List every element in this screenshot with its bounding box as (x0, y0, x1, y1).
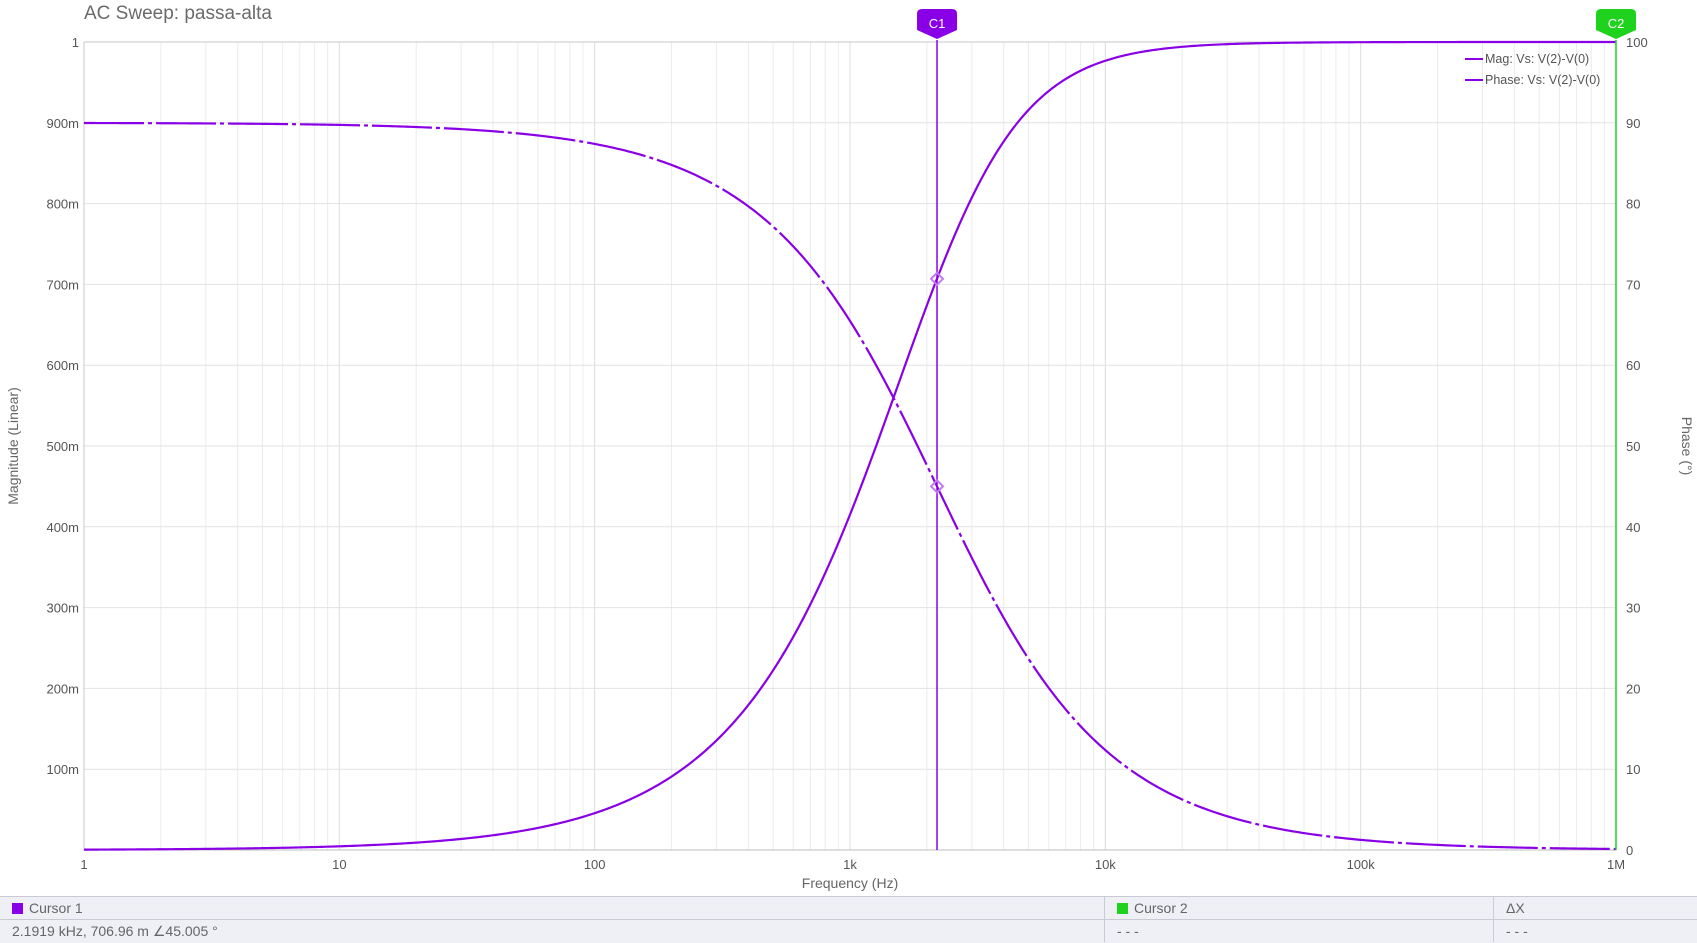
cursor-2-value: - - - (1104, 920, 1493, 942)
cursor-c2[interactable]: C2 (1596, 9, 1636, 850)
y-tick-label: 100m (46, 762, 79, 777)
x-tick-label: 1M (1607, 857, 1625, 872)
cursor-handle-label: C2 (1608, 16, 1625, 31)
delta-x-value: - - - (1493, 920, 1697, 942)
y-tick-label: 300m (46, 601, 79, 616)
x-tick-label: 10k (1095, 857, 1116, 872)
y2-tick-label: 0 (1626, 843, 1633, 858)
delta-x-header: ΔX (1493, 897, 1697, 919)
y2-tick-label: 10 (1626, 762, 1640, 777)
x-tick-label: 1 (80, 857, 87, 872)
cursor-table-header: Cursor 1 Cursor 2 ΔX (0, 897, 1697, 920)
y-tick-label: 400m (46, 520, 79, 535)
cursor-2-swatch-icon (1117, 903, 1128, 914)
delta-x-label: ΔX (1506, 900, 1525, 916)
y2-tick-label: 30 (1626, 601, 1640, 616)
y2-tick-label: 90 (1626, 116, 1640, 131)
x-tick-label: 100 (584, 857, 606, 872)
cursor-handle-label: C1 (929, 16, 946, 31)
y-tick-label: 200m (46, 681, 79, 696)
x-tick-label: 10 (332, 857, 346, 872)
y2-tick-label: 80 (1626, 197, 1640, 212)
y-tick-label: 800m (46, 197, 79, 212)
y-tick-label: 700m (46, 277, 79, 292)
cursor-table: Cursor 1 Cursor 2 ΔX 2.1919 kHz, 706.96 … (0, 896, 1697, 943)
legend-entry-mag: Mag: Vs: V(2)-V(0) (1485, 52, 1589, 66)
chart-title: AC Sweep: passa-alta (84, 3, 272, 24)
y-axis-label: Magnitude (Linear) (5, 387, 21, 505)
y2-tick-label: 70 (1626, 277, 1640, 292)
cursor-1-swatch-icon (12, 903, 23, 914)
y2-tick-label: 60 (1626, 358, 1640, 373)
grid (83, 41, 1617, 850)
cursor-1-header[interactable]: Cursor 1 (0, 897, 1104, 919)
y-tick-label: 500m (46, 439, 79, 454)
cursor-2-header[interactable]: Cursor 2 (1104, 897, 1493, 919)
x-axis-label: Frequency (Hz) (802, 875, 898, 891)
cursor-2-label: Cursor 2 (1134, 900, 1188, 916)
y2-tick-label: 50 (1626, 439, 1640, 454)
axes: 1 10 100 1k 10k 100k 1M100m200m300m400m500m600… (46, 35, 1647, 872)
legend-entry-phase: Phase: Vs: V(2)-V(0) (1485, 73, 1600, 87)
x-tick-label: 1k (843, 857, 857, 872)
legend: Mag: Vs: V(2)-V(0) Phase: Vs: V(2)-V(0) (1465, 52, 1600, 87)
x-tick-label: 100k (1347, 857, 1376, 872)
y2-tick-label: 20 (1626, 681, 1640, 696)
y-tick-label: 1 (72, 35, 79, 50)
cursors[interactable]: C1 C2 (917, 9, 1636, 850)
y2-tick-label: 40 (1626, 520, 1640, 535)
y2-tick-label: 100 (1626, 35, 1648, 50)
cursor-1-label: Cursor 1 (29, 900, 83, 916)
cursor-1-value: 2.1919 kHz, 706.96 m ∠45.005 ° (12, 923, 218, 939)
y-tick-label: 900m (46, 116, 79, 131)
cursor-table-values: 2.1919 kHz, 706.96 m ∠45.005 ° - - - - -… (0, 920, 1697, 942)
ac-sweep-chart: AC Sweep: passa-alta 1 10 100 1k 10k 100k 1M10… (5, 3, 1695, 891)
y-tick-label: 600m (46, 358, 79, 373)
y2-axis-label: Phase (°) (1679, 417, 1695, 476)
cursor-c1[interactable]: C1 (917, 9, 958, 850)
